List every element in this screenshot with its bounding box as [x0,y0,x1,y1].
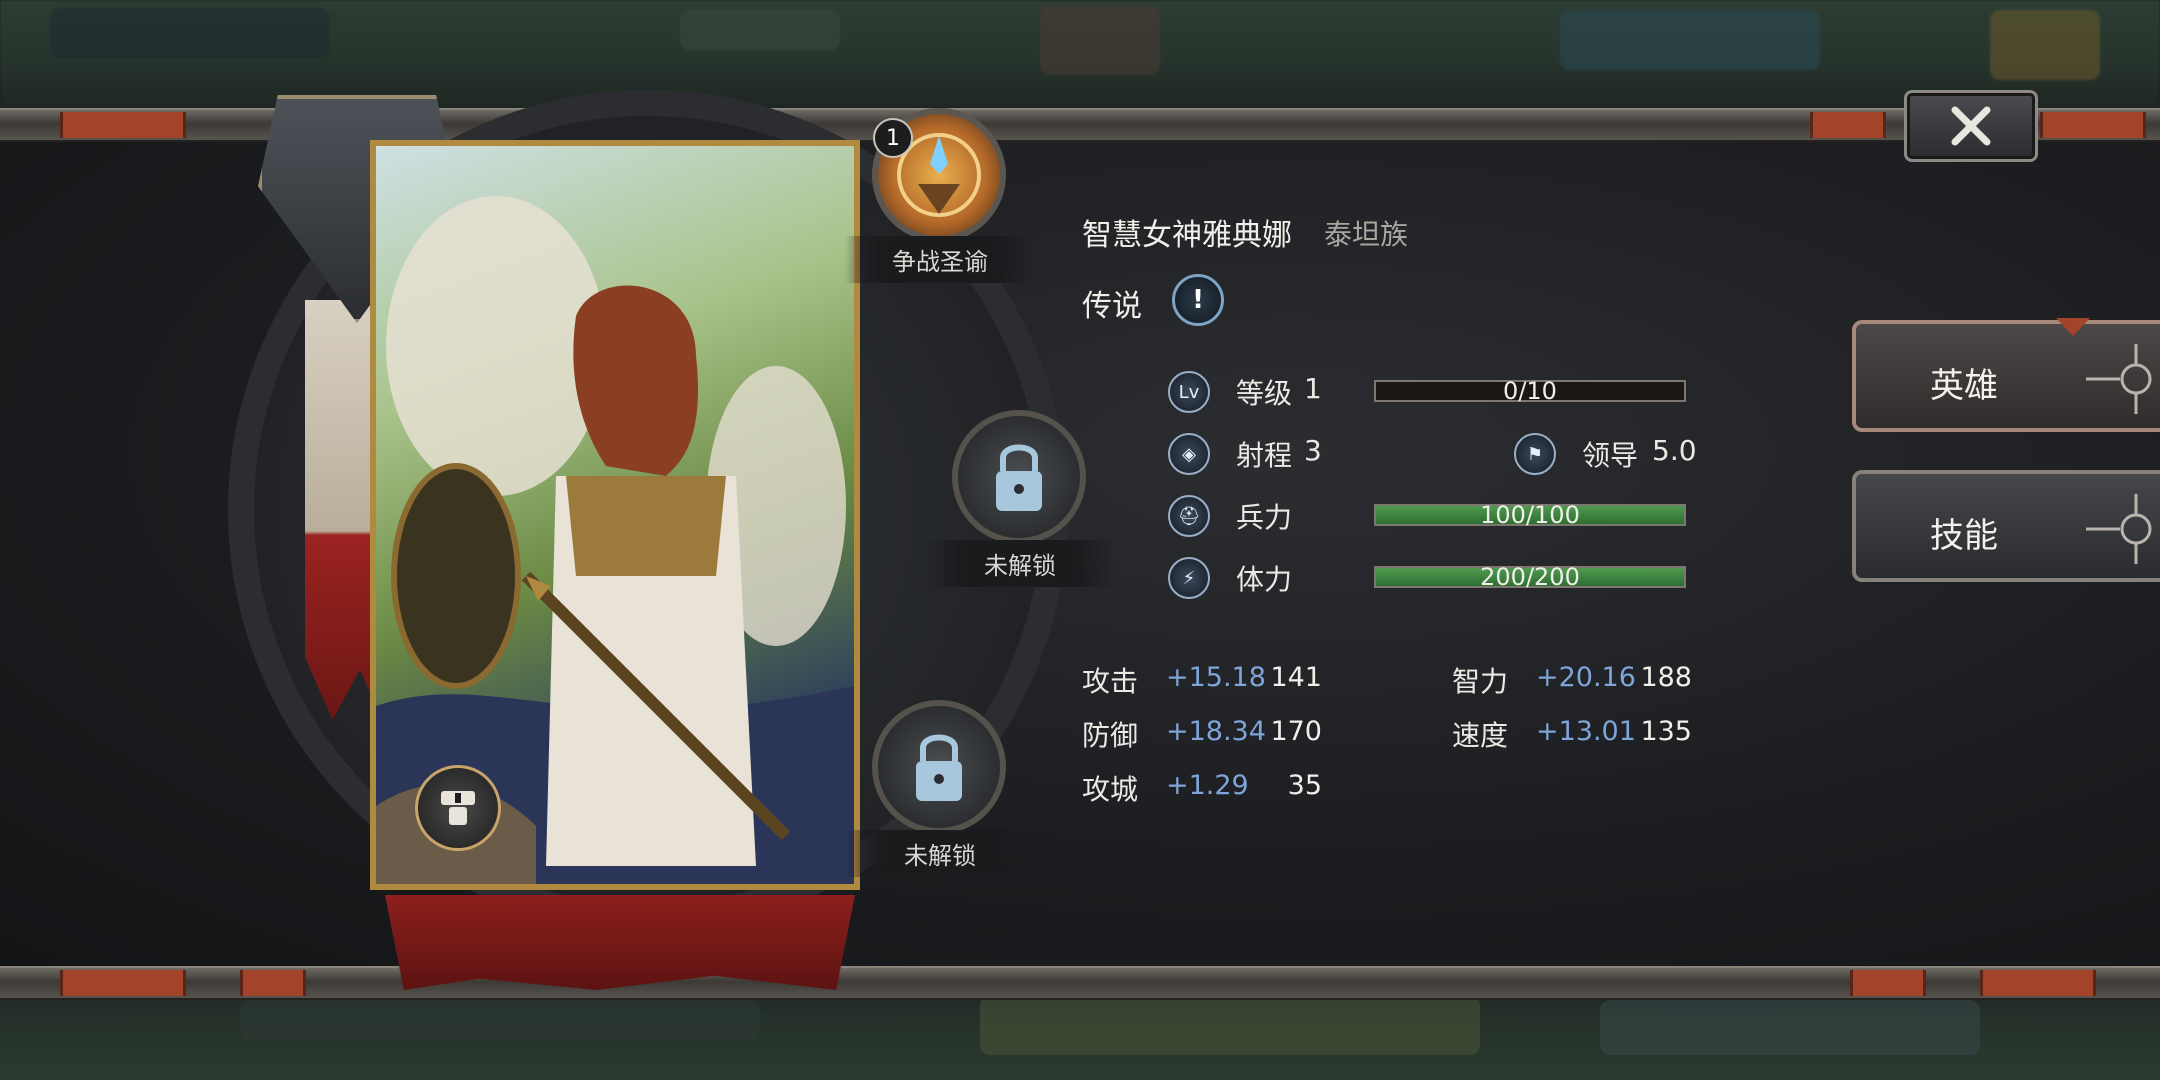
attack-value: 141 [1270,662,1322,693]
siege-bonus: +1.29 [1166,770,1249,801]
skill-slot-3[interactable] [872,700,1006,834]
troops-icon: ⛑ [1168,495,1210,537]
skill-slot-2-label: 未解锁 [925,540,1115,587]
siege-value: 35 [1287,770,1322,801]
level-value: 1 [1304,372,1322,405]
range-icon: ◈ [1168,433,1210,475]
intelligence-value: 188 [1640,662,1692,693]
skill-slot-badge: 1 [873,118,913,158]
level-icon: Lv [1168,371,1210,413]
level-progress-bar: 0/10 [1374,377,1686,405]
hero-race: 泰坦族 [1324,218,1409,251]
skill-slot-3-label: 未解锁 [845,830,1035,877]
tab-hero[interactable]: 英雄 [1852,318,2160,432]
stamina-text: 200/200 [1480,563,1580,591]
rarity-info-icon[interactable]: ! [1172,274,1224,326]
hero-name: 智慧女神雅典娜 [1082,218,1292,253]
intelligence-label: 智力 [1452,665,1509,698]
card-red-ribbon [385,895,855,990]
hero-rarity: 传说 [1082,289,1142,324]
background-top-blur [0,0,2160,110]
tab-skills[interactable]: 技能 [1852,470,2160,582]
tab-hero-label: 英雄 [1930,366,1998,406]
troops-bar: 100/100 [1374,501,1686,529]
range-value: 3 [1304,434,1322,467]
level-label: 等级 [1236,377,1293,410]
skill-slot-2[interactable] [952,410,1086,544]
panel-bottom-rail [0,966,2160,1000]
close-button[interactable] [1904,90,2038,162]
troops-text: 100/100 [1480,501,1580,529]
lock-icon [996,444,1042,511]
class-emblem-icon [415,765,501,851]
leadership-value: 5.0 [1652,434,1697,467]
stamina-icon: ⚡ [1168,557,1210,599]
swirl-ornament-icon [2086,494,2152,564]
leadership-icon: ⚑ [1514,433,1556,475]
leadership-label: 领导 [1582,439,1639,472]
speed-value: 135 [1640,716,1692,747]
defense-label: 防御 [1082,719,1139,752]
stamina-label: 体力 [1236,563,1293,596]
defense-value: 170 [1270,716,1322,747]
lock-icon [916,734,962,801]
attack-label: 攻击 [1082,665,1139,698]
speed-label: 速度 [1452,719,1509,752]
siege-label: 攻城 [1082,773,1139,806]
swirl-ornament-icon [2086,344,2152,414]
range-label: 射程 [1236,439,1293,472]
close-icon [1951,106,1991,146]
tab-skills-label: 技能 [1930,516,1998,556]
stamina-bar: 200/200 [1374,563,1686,591]
troops-label: 兵力 [1236,501,1293,534]
level-progress-text: 0/10 [1503,377,1557,405]
skill-slot-1-label: 争战圣谕 [845,236,1035,283]
